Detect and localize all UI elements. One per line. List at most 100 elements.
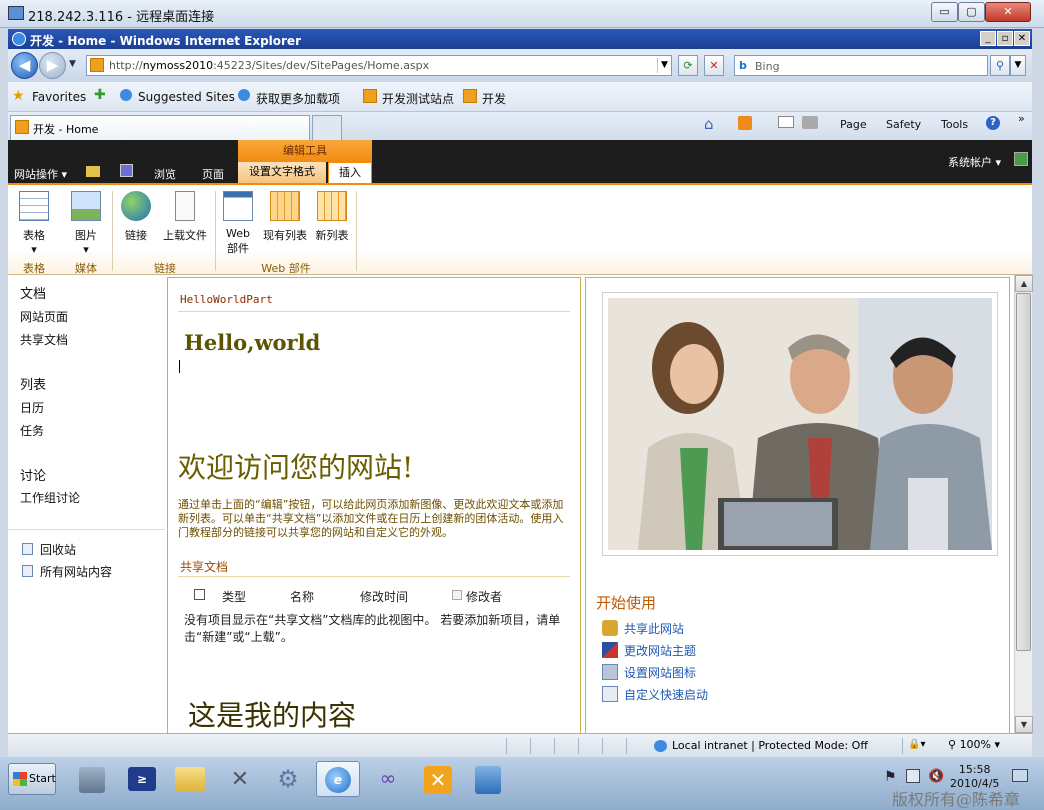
address-bar[interactable]: http://nymoss2010:45223/Sites/dev/SitePa… — [86, 55, 672, 76]
new-tab-button[interactable] — [312, 115, 342, 140]
nav-heading-documents[interactable]: 文档 — [20, 283, 46, 302]
tab-page[interactable]: 页面 — [202, 166, 224, 182]
new-list-label: 新列表 — [315, 229, 349, 242]
volume-muted-icon[interactable]: 🔇 — [928, 769, 944, 784]
save-icon[interactable] — [120, 164, 133, 177]
scroll-down-icon[interactable]: ▼ — [1015, 716, 1033, 733]
more-commands-icon[interactable]: » — [1018, 112, 1025, 125]
fav-dev-test-site[interactable]: 开发测试站点 — [382, 90, 454, 107]
insert-picture-button[interactable]: 图片 ▾ — [64, 191, 108, 256]
navigation-bar: ◀ ▶ ▼ http://nymoss2010:45223/Sites/dev/… — [8, 49, 1032, 82]
rdp-maximize-button[interactable]: ▢ — [958, 2, 985, 22]
nav-item-site-pages[interactable]: 网站页面 — [20, 308, 68, 325]
nav-all-site-content[interactable]: 所有网站内容 — [40, 563, 112, 580]
new-list-button[interactable]: 新列表 — [312, 191, 352, 243]
nav-item-team-discussion[interactable]: 工作组讨论 — [20, 489, 80, 506]
server-manager-icon[interactable] — [70, 761, 114, 797]
favorites-button[interactable]: Favorites — [32, 90, 86, 104]
link-share-site[interactable]: 共享此网站 — [624, 620, 684, 637]
action-center-flag-icon[interactable]: ⚑ — [884, 769, 897, 785]
ie-minimize-button[interactable]: _ — [980, 31, 996, 46]
internet-explorer-icon[interactable]: e — [316, 761, 360, 797]
network-icon[interactable] — [906, 769, 920, 783]
insert-webpart-button[interactable]: Web 部件 — [220, 191, 256, 256]
insert-table-button[interactable]: 表格 ▾ — [14, 191, 54, 256]
welcome-intro-text: 通过单击上面的“编辑”按钮，可以给此网页添加新图像、更改此欢迎文本或添加新列表。… — [178, 498, 564, 539]
nav-recycle-bin[interactable]: 回收站 — [40, 541, 76, 558]
search-input[interactable]: b Bing — [734, 55, 988, 76]
nav-divider — [8, 529, 165, 530]
tab-home[interactable]: 开发 - Home — [10, 115, 310, 140]
mail-icon[interactable] — [778, 116, 794, 128]
webpart-title-divider — [178, 311, 570, 312]
getting-started-heading: 开始使用 — [596, 594, 657, 612]
ie-close-button[interactable]: ✕ — [1014, 31, 1030, 46]
nav-heading-discussions[interactable]: 讨论 — [20, 465, 46, 484]
nav-heading-lists[interactable]: 列表 — [20, 374, 46, 393]
security-zone-text[interactable]: Local intranet | Protected Mode: Off — [672, 739, 868, 752]
back-button[interactable]: ◀ — [11, 52, 38, 79]
site-actions-menu[interactable]: 网站操作 ▾ — [14, 166, 67, 182]
zoom-control[interactable]: ⚲ 100% ▾ — [948, 738, 1000, 751]
nav-item-tasks[interactable]: 任务 — [20, 422, 44, 439]
fav-dev[interactable]: 开发 — [482, 90, 506, 107]
fav-get-addons[interactable]: 获取更多加载项 — [256, 90, 340, 107]
column-type[interactable]: 类型 — [222, 588, 246, 605]
link-set-site-icon[interactable]: 设置网站图标 — [624, 664, 696, 681]
tools-icon[interactable]: ✕ — [416, 761, 460, 797]
rdp-minimize-button[interactable]: ▭ — [931, 2, 958, 22]
scroll-up-icon[interactable]: ▲ — [1015, 275, 1033, 292]
change-theme-icon — [602, 642, 618, 658]
print-icon[interactable] — [802, 116, 818, 129]
lock-dropdown-icon[interactable]: 🔒▾ — [908, 739, 925, 750]
shared-docs-webpart-title[interactable]: 共享文档 — [180, 558, 228, 575]
visual-studio-icon[interactable]: ∞ — [366, 761, 410, 797]
vertical-scrollbar[interactable]: ▲ ▼ — [1014, 275, 1033, 733]
tools-menu[interactable]: Tools — [941, 118, 968, 131]
upload-file-button[interactable]: 上载文件 — [158, 191, 212, 243]
search-options-dropdown-icon[interactable]: ▼ — [1010, 55, 1026, 76]
address-dropdown-icon[interactable]: ▼ — [657, 58, 671, 73]
settings-gear-icon[interactable]: ⚙ — [266, 761, 310, 797]
sharepoint-ribbon-header: 网站操作 ▾ 浏览 页面 编辑工具 设置文字格式 插入 系统帐户 ▾ — [8, 140, 1032, 183]
powershell-icon[interactable]: ≥ — [120, 761, 164, 797]
explorer-folder-icon[interactable] — [168, 761, 212, 797]
rdp-close-button[interactable]: ✕ — [985, 2, 1031, 22]
search-icon[interactable]: ⚲ — [990, 55, 1010, 76]
select-all-checkbox[interactable] — [194, 589, 205, 600]
add-favorite-icon[interactable]: ✚ — [94, 87, 106, 103]
user-icon[interactable] — [1014, 152, 1028, 166]
stop-icon[interactable]: ✕ — [704, 55, 724, 76]
feeds-icon[interactable] — [738, 116, 752, 130]
nav-item-calendar[interactable]: 日历 — [20, 399, 44, 416]
link-change-theme[interactable]: 更改网站主题 — [624, 642, 696, 659]
refresh-icon[interactable]: ⟳ — [678, 55, 698, 76]
column-modified-by[interactable]: 修改者 — [466, 588, 502, 605]
account-menu[interactable]: 系统帐户 ▾ — [948, 154, 1001, 170]
existing-list-button[interactable]: 现有列表 — [260, 191, 310, 243]
column-name[interactable]: 名称 — [290, 588, 314, 605]
scroll-thumb[interactable] — [1016, 293, 1031, 651]
tab-browse[interactable]: 浏览 — [154, 166, 176, 182]
help-icon[interactable]: ? — [986, 116, 1000, 130]
tab-format-text[interactable]: 设置文字格式 — [238, 162, 326, 183]
forward-button[interactable]: ▶ — [39, 52, 66, 79]
insert-link-button[interactable]: 链接 — [118, 191, 154, 243]
fav-suggested-sites[interactable]: Suggested Sites — [138, 90, 235, 104]
recent-pages-dropdown-icon[interactable]: ▼ — [69, 59, 76, 69]
show-desktop-icon[interactable] — [1012, 769, 1028, 782]
start-button[interactable]: Start — [8, 763, 56, 795]
home-icon[interactable]: ⌂ — [704, 115, 714, 133]
nav-item-shared-docs[interactable]: 共享文档 — [20, 331, 68, 348]
link-customize-quick-launch[interactable]: 自定义快速启动 — [624, 686, 708, 703]
page-menu[interactable]: Page — [840, 118, 867, 131]
group-webparts-label: Web 部件 — [261, 262, 311, 275]
text-cursor[interactable] — [179, 360, 180, 373]
tab-insert[interactable]: 插入 — [328, 162, 372, 183]
admin-tools-icon[interactable]: ✕ — [218, 761, 262, 797]
column-modified[interactable]: 修改时间 — [360, 588, 408, 605]
sharepoint-designer-icon[interactable] — [466, 761, 510, 797]
ie-restore-button[interactable]: ▫ — [997, 31, 1013, 46]
navigate-up-icon[interactable] — [86, 166, 100, 177]
safety-menu[interactable]: Safety — [886, 118, 921, 131]
